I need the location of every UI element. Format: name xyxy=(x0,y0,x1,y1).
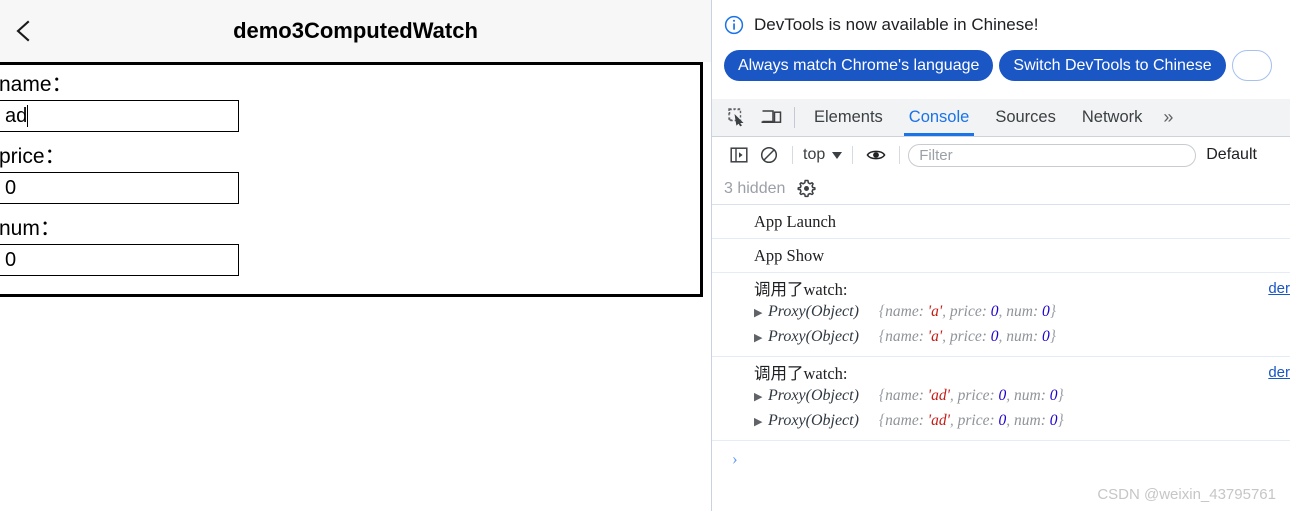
hidden-count-label: 3 hidden xyxy=(724,179,786,197)
chevron-left-icon[interactable] xyxy=(8,16,38,46)
tab-console[interactable]: Console xyxy=(896,99,983,136)
devtools-panel: DevTools is now available in Chinese! Al… xyxy=(711,0,1290,511)
execution-context-label: top xyxy=(803,146,826,163)
tab-elements[interactable]: Elements xyxy=(801,99,896,136)
toolbar-divider xyxy=(794,107,795,128)
console-row[interactable]: App Launch xyxy=(712,205,1290,239)
simulator-header: demo3ComputedWatch xyxy=(0,0,711,62)
object-type-label: Proxy(Object) xyxy=(768,328,859,345)
console-object-line[interactable]: ▶ Proxy(Object) {name: 'a', price: 0, nu… xyxy=(754,325,1290,350)
expand-triangle-icon[interactable]: ▶ xyxy=(754,302,768,325)
devtools-language-notification: DevTools is now available in Chinese! Al… xyxy=(712,0,1290,99)
num-input[interactable]: 0 xyxy=(0,244,239,276)
app-screenshot: demo3ComputedWatch name： ad price： 0 num… xyxy=(0,0,1290,511)
console-source-link[interactable]: der xyxy=(1268,280,1290,297)
devtools-tabbar: Elements Console Sources Network » xyxy=(712,99,1290,137)
page-content-box: name： ad price： 0 num： 0 xyxy=(0,62,703,297)
price-input-value: 0 xyxy=(5,176,17,199)
console-message-text: 调用了watch: xyxy=(754,280,848,299)
simulator-panel: demo3ComputedWatch name： ad price： 0 num… xyxy=(0,0,711,511)
info-circle-icon xyxy=(724,15,744,35)
console-object-line[interactable]: ▶ Proxy(Object) {name: 'ad', price: 0, n… xyxy=(754,409,1290,434)
prompt-chevron-icon: › xyxy=(732,449,738,468)
chevron-down-icon xyxy=(832,151,843,159)
console-sidebar-icon[interactable] xyxy=(724,142,754,168)
field-label-name: name： xyxy=(0,73,73,96)
console-filter-input[interactable] xyxy=(908,143,1197,167)
object-preview: {name: 'a', price: 0, num: 0} xyxy=(878,303,1056,320)
always-match-language-button[interactable]: Always match Chrome's language xyxy=(724,50,994,81)
console-toolbar-divider-1 xyxy=(792,146,793,164)
field-label-price: price： xyxy=(0,145,66,168)
console-prompt[interactable]: › xyxy=(712,441,1290,479)
console-hidden-messages-bar: 3 hidden xyxy=(712,173,1290,205)
dismiss-notification-button[interactable] xyxy=(1231,50,1272,81)
field-num: num： 0 xyxy=(0,215,700,276)
tab-network[interactable]: Network xyxy=(1069,99,1156,136)
switch-devtools-to-chinese-button[interactable]: Switch DevTools to Chinese xyxy=(999,50,1226,81)
device-toolbar-icon[interactable] xyxy=(754,99,788,136)
console-object-line[interactable]: ▶ Proxy(Object) {name: 'a', price: 0, nu… xyxy=(754,300,1290,325)
expand-triangle-icon[interactable]: ▶ xyxy=(754,327,768,350)
console-toolbar: top Default xyxy=(712,137,1290,173)
console-messages: App Launch App Show 调用了watch: ▶ Proxy(Ob… xyxy=(712,205,1290,479)
console-toolbar-divider-3 xyxy=(899,146,901,164)
price-input[interactable]: 0 xyxy=(0,172,239,204)
object-type-label: Proxy(Object) xyxy=(768,387,859,404)
page-title: demo3ComputedWatch xyxy=(233,18,478,43)
console-row[interactable]: App Show xyxy=(712,239,1290,273)
live-expression-icon[interactable] xyxy=(861,142,891,168)
object-preview: {name: 'a', price: 0, num: 0} xyxy=(878,328,1056,345)
name-input[interactable]: ad xyxy=(0,100,239,132)
object-preview: {name: 'ad', price: 0, num: 0} xyxy=(878,412,1064,429)
tab-sources[interactable]: Sources xyxy=(982,99,1069,136)
log-levels-selector[interactable]: Default xyxy=(1206,146,1257,164)
console-message-text: 调用了watch: xyxy=(754,364,848,383)
watermark-text: CSDN @weixin_43795761 xyxy=(1097,486,1276,503)
num-input-value: 0 xyxy=(5,248,17,271)
console-source-link[interactable]: der xyxy=(1268,364,1290,381)
text-caret xyxy=(27,105,29,127)
field-label-num: num： xyxy=(0,217,61,240)
object-preview: {name: 'ad', price: 0, num: 0} xyxy=(878,387,1064,404)
console-row[interactable]: 调用了watch: ▶ Proxy(Object) {name: 'a', pr… xyxy=(712,273,1290,357)
name-input-value: ad xyxy=(5,104,28,127)
notification-message: DevTools is now available in Chinese! xyxy=(754,15,1039,34)
inspect-element-icon[interactable] xyxy=(720,99,754,136)
clear-console-icon[interactable] xyxy=(754,142,784,168)
console-object-line[interactable]: ▶ Proxy(Object) {name: 'ad', price: 0, n… xyxy=(754,384,1290,409)
tab-sources-label: Sources xyxy=(995,108,1056,126)
tab-console-label: Console xyxy=(908,108,970,126)
console-message-text: App Launch xyxy=(754,212,837,231)
tab-network-label: Network xyxy=(1081,108,1143,126)
console-row[interactable]: 调用了watch: ▶ Proxy(Object) {name: 'ad', p… xyxy=(712,357,1290,441)
expand-triangle-icon[interactable]: ▶ xyxy=(754,411,768,434)
more-tabs-icon[interactable]: » xyxy=(1155,99,1181,136)
console-toolbar-divider-2 xyxy=(852,146,854,164)
gear-icon[interactable] xyxy=(797,179,817,198)
object-type-label: Proxy(Object) xyxy=(768,303,859,320)
field-price: price： 0 xyxy=(0,143,700,204)
execution-context-selector[interactable]: top xyxy=(801,146,844,164)
object-type-label: Proxy(Object) xyxy=(768,412,859,429)
console-message-text: App Show xyxy=(754,246,825,265)
tab-elements-label: Elements xyxy=(814,108,883,126)
expand-triangle-icon[interactable]: ▶ xyxy=(754,386,768,409)
field-name: name： ad xyxy=(0,71,700,132)
